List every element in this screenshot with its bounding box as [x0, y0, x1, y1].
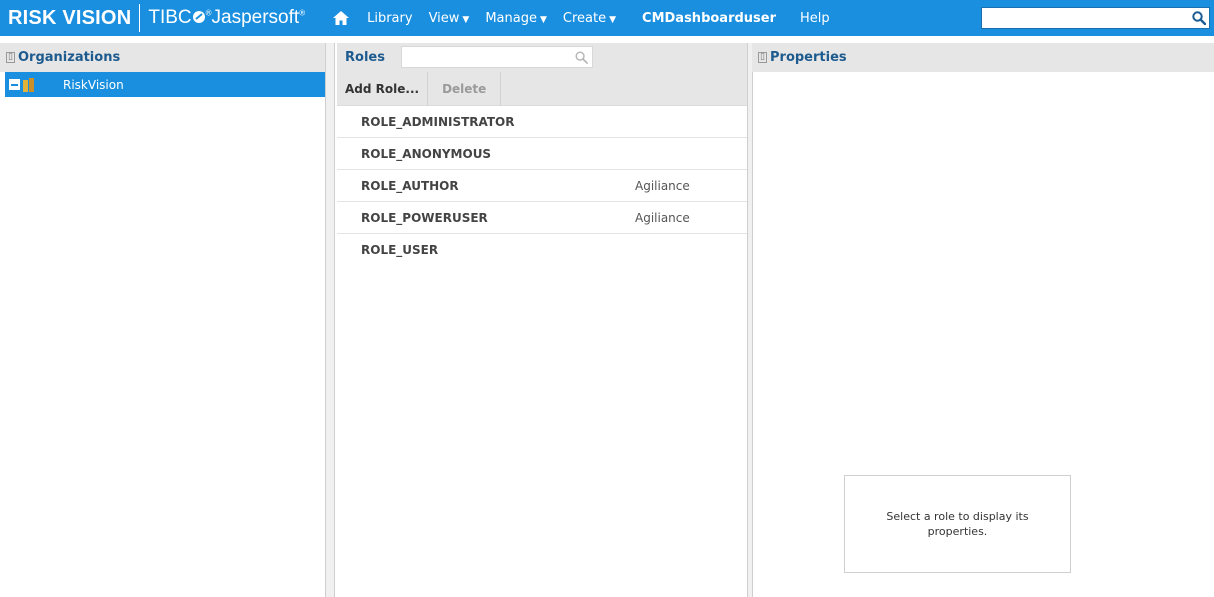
folder-icon — [23, 77, 35, 92]
delete-role-button[interactable]: Delete — [428, 71, 502, 106]
global-search-input[interactable] — [982, 9, 1189, 27]
list-item[interactable]: ROLE_AUTHOR Agiliance — [337, 170, 747, 202]
nav-user-menu[interactable]: CMDashboarduser — [642, 11, 776, 26]
properties-panel-header: ▯ Properties — [752, 43, 1214, 72]
roles-list: ROLE_ADMINISTRATOR ROLE_ANONYMOUS ROLE_A… — [337, 106, 747, 266]
search-icon — [1192, 11, 1206, 25]
role-name: ROLE_USER — [361, 243, 439, 257]
search-button[interactable] — [1189, 8, 1209, 28]
nav-manage-menu[interactable]: Manage ▼ — [485, 11, 547, 26]
nav-create-label: Create — [562, 10, 607, 26]
search-icon — [575, 51, 588, 64]
role-name: ROLE_POWERUSER — [361, 210, 488, 225]
tree-node-label: RiskVision — [63, 77, 124, 92]
add-role-button[interactable]: Add Role... — [337, 71, 429, 106]
brand-divider — [139, 4, 141, 32]
collapse-panel-icon[interactable]: ▯ — [6, 52, 15, 63]
product-logo: TIBC ®Jaspersoft® — [148, 7, 305, 29]
roles-title: Roles — [345, 50, 385, 65]
role-name: ROLE_ADMINISTRATOR — [361, 114, 515, 129]
role-name: ROLE_ANONYMOUS — [361, 146, 492, 161]
list-item[interactable]: ROLE_USER — [337, 234, 747, 266]
organizations-title: Organizations — [18, 50, 121, 65]
brand-logo: RISK VISION — [8, 6, 132, 29]
properties-empty-message: Select a role to display its properties. — [844, 475, 1071, 573]
global-search — [981, 7, 1210, 29]
chevron-down-icon: ▼ — [609, 14, 617, 25]
roles-search-input[interactable] — [402, 48, 570, 66]
product-name: Jaspersoft — [211, 7, 300, 28]
nav-manage-label: Manage — [485, 10, 537, 26]
roles-toolbar: Add Role... Delete — [337, 71, 747, 106]
list-item[interactable]: ROLE_ADMINISTRATOR — [337, 106, 747, 138]
chevron-down-icon: ▼ — [539, 14, 547, 25]
collapse-panel-icon[interactable]: ▯ — [758, 52, 767, 63]
tibco-mark-icon — [192, 11, 205, 23]
panel-splitter-right[interactable] — [747, 43, 753, 597]
home-icon — [333, 11, 350, 25]
nav-library[interactable]: Library — [367, 11, 412, 26]
nav-view-label: View — [428, 10, 460, 26]
trademark-mark: ® — [299, 8, 306, 18]
product-prefix: TIBC — [148, 7, 192, 28]
chevron-down-icon: ▼ — [462, 14, 470, 25]
list-item[interactable]: ROLE_POWERUSER Agiliance — [337, 202, 747, 234]
nav-help[interactable]: Help — [800, 11, 830, 26]
panel-splitter-left[interactable] — [325, 43, 335, 597]
nav-create-menu[interactable]: Create ▼ — [563, 11, 616, 26]
home-button[interactable] — [331, 8, 351, 28]
top-navigation-bar: RISK VISION TIBC ®Jaspersoft® Library Vie… — [0, 0, 1214, 36]
nav-view-menu[interactable]: View ▼ — [429, 11, 470, 26]
collapse-node-icon[interactable] — [9, 79, 20, 90]
role-organization: Agiliance — [635, 178, 690, 193]
roles-search-button[interactable] — [570, 47, 592, 67]
tree-node-riskvision[interactable]: RiskVision — [5, 72, 325, 97]
role-organization: Agiliance — [635, 210, 690, 225]
roles-search — [401, 46, 593, 68]
organizations-panel-header: ▯ Organizations — [0, 43, 325, 72]
list-item[interactable]: ROLE_ANONYMOUS — [337, 138, 747, 170]
properties-title: Properties — [770, 50, 847, 65]
role-name: ROLE_AUTHOR — [361, 178, 459, 193]
